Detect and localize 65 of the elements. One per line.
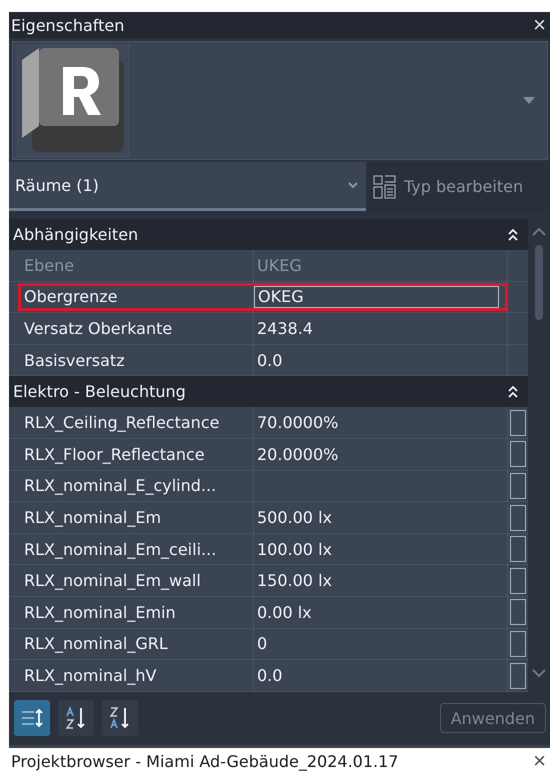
panel-title: Projektbrowser - Miami Ad-Gebäude_2024.01.17	[11, 752, 398, 771]
checkbox[interactable]	[510, 662, 526, 688]
checkbox[interactable]	[510, 472, 526, 499]
property-row[interactable]: RLX_nominal_Em 500.00 lx	[9, 502, 528, 534]
group-header[interactable]: Abhängigkeiten	[9, 219, 528, 250]
scroll-down-icon	[532, 668, 546, 678]
property-value[interactable]: 70.0000%	[254, 413, 338, 432]
property-value[interactable]: 2438.4	[254, 319, 313, 338]
property-row[interactable]: RLX_nominal_Emin 0.00 lx	[9, 597, 528, 629]
group-header[interactable]: Elektro - Beleuchtung	[9, 376, 528, 408]
property-value[interactable]: 0	[254, 634, 268, 654]
property-row[interactable]: RLX_nominal_hV 0.0	[9, 660, 528, 692]
checkbox[interactable]	[510, 410, 526, 436]
instance-filter-dropdown[interactable]: Räume (1)	[9, 162, 366, 212]
checkbox[interactable]	[510, 630, 526, 657]
close-button[interactable]: ×	[531, 15, 548, 36]
property-name: RLX_nominal_hV	[9, 660, 254, 691]
checkbox[interactable]	[510, 568, 526, 594]
scroll-up-icon	[532, 227, 546, 238]
property-name: RLX_nominal_Em_ceili...	[9, 534, 254, 564]
property-row[interactable]: Basisversatz 0.0	[9, 344, 528, 376]
sort-button[interactable]	[58, 700, 94, 736]
checkbox[interactable]	[510, 536, 526, 562]
property-row[interactable]: RLX_nominal_Em_ceili... 100.00 lx	[9, 534, 528, 566]
sort-button[interactable]	[14, 700, 50, 736]
property-value[interactable]: 0.0	[254, 350, 282, 370]
checkbox[interactable]	[510, 441, 526, 468]
property-value[interactable]: OKEG	[254, 286, 499, 308]
property-value[interactable]: 0.0	[254, 666, 282, 685]
property-row[interactable]: Obergrenze OKEG	[9, 282, 528, 314]
property-row[interactable]: Versatz Oberkante 2438.4	[9, 313, 528, 345]
property-row[interactable]: RLX_Floor_Reflectance 20.0000%	[9, 439, 528, 471]
property-row[interactable]: RLX_nominal_GRL 0	[9, 628, 528, 660]
checkbox[interactable]	[510, 504, 526, 531]
property-name: RLX_nominal_Em_wall	[9, 565, 254, 596]
property-name: RLX_nominal_E_cylind...	[9, 470, 254, 502]
property-value[interactable]: 500.00 lx	[254, 508, 332, 528]
property-name: Basisversatz	[9, 344, 254, 376]
property-name: Obergrenze	[9, 282, 254, 312]
property-name: RLX_Ceiling_Reflectance	[9, 407, 254, 438]
property-name: RLX_nominal_Em	[9, 502, 254, 533]
property-row[interactable]: RLX_nominal_Em_wall 150.00 lx	[9, 565, 528, 598]
property-value[interactable]: 150.00 lx	[254, 571, 332, 590]
scroll-thumb[interactable]	[535, 245, 543, 320]
dropdown-icon	[523, 97, 535, 104]
property-name: Versatz Oberkante	[9, 313, 254, 344]
collapse-icon	[508, 228, 518, 241]
property-value[interactable]: 0.00 lx	[254, 602, 312, 622]
property-name: RLX_nominal_GRL	[9, 628, 254, 660]
property-name: RLX_Floor_Reflectance	[9, 439, 254, 470]
property-row[interactable]: RLX_nominal_E_cylind...	[9, 470, 528, 502]
property-name: RLX_nominal_Emin	[9, 597, 254, 628]
property-value[interactable]: 20.0000%	[254, 444, 338, 464]
type-selector[interactable]	[12, 41, 548, 160]
collapse-icon	[508, 386, 518, 398]
chevron-icon	[348, 182, 358, 189]
property-name: Ebene	[9, 250, 254, 281]
edit-type-icon	[372, 174, 398, 200]
family-preview-icon	[17, 44, 129, 157]
sort-button[interactable]	[102, 700, 138, 736]
close-button[interactable]: ×	[531, 751, 548, 772]
window-title: Eigenschaften	[11, 16, 124, 35]
property-value[interactable]: 100.00 lx	[254, 540, 332, 559]
checkbox[interactable]	[510, 599, 526, 626]
property-row[interactable]: RLX_Ceiling_Reflectance 70.0000%	[9, 407, 528, 440]
